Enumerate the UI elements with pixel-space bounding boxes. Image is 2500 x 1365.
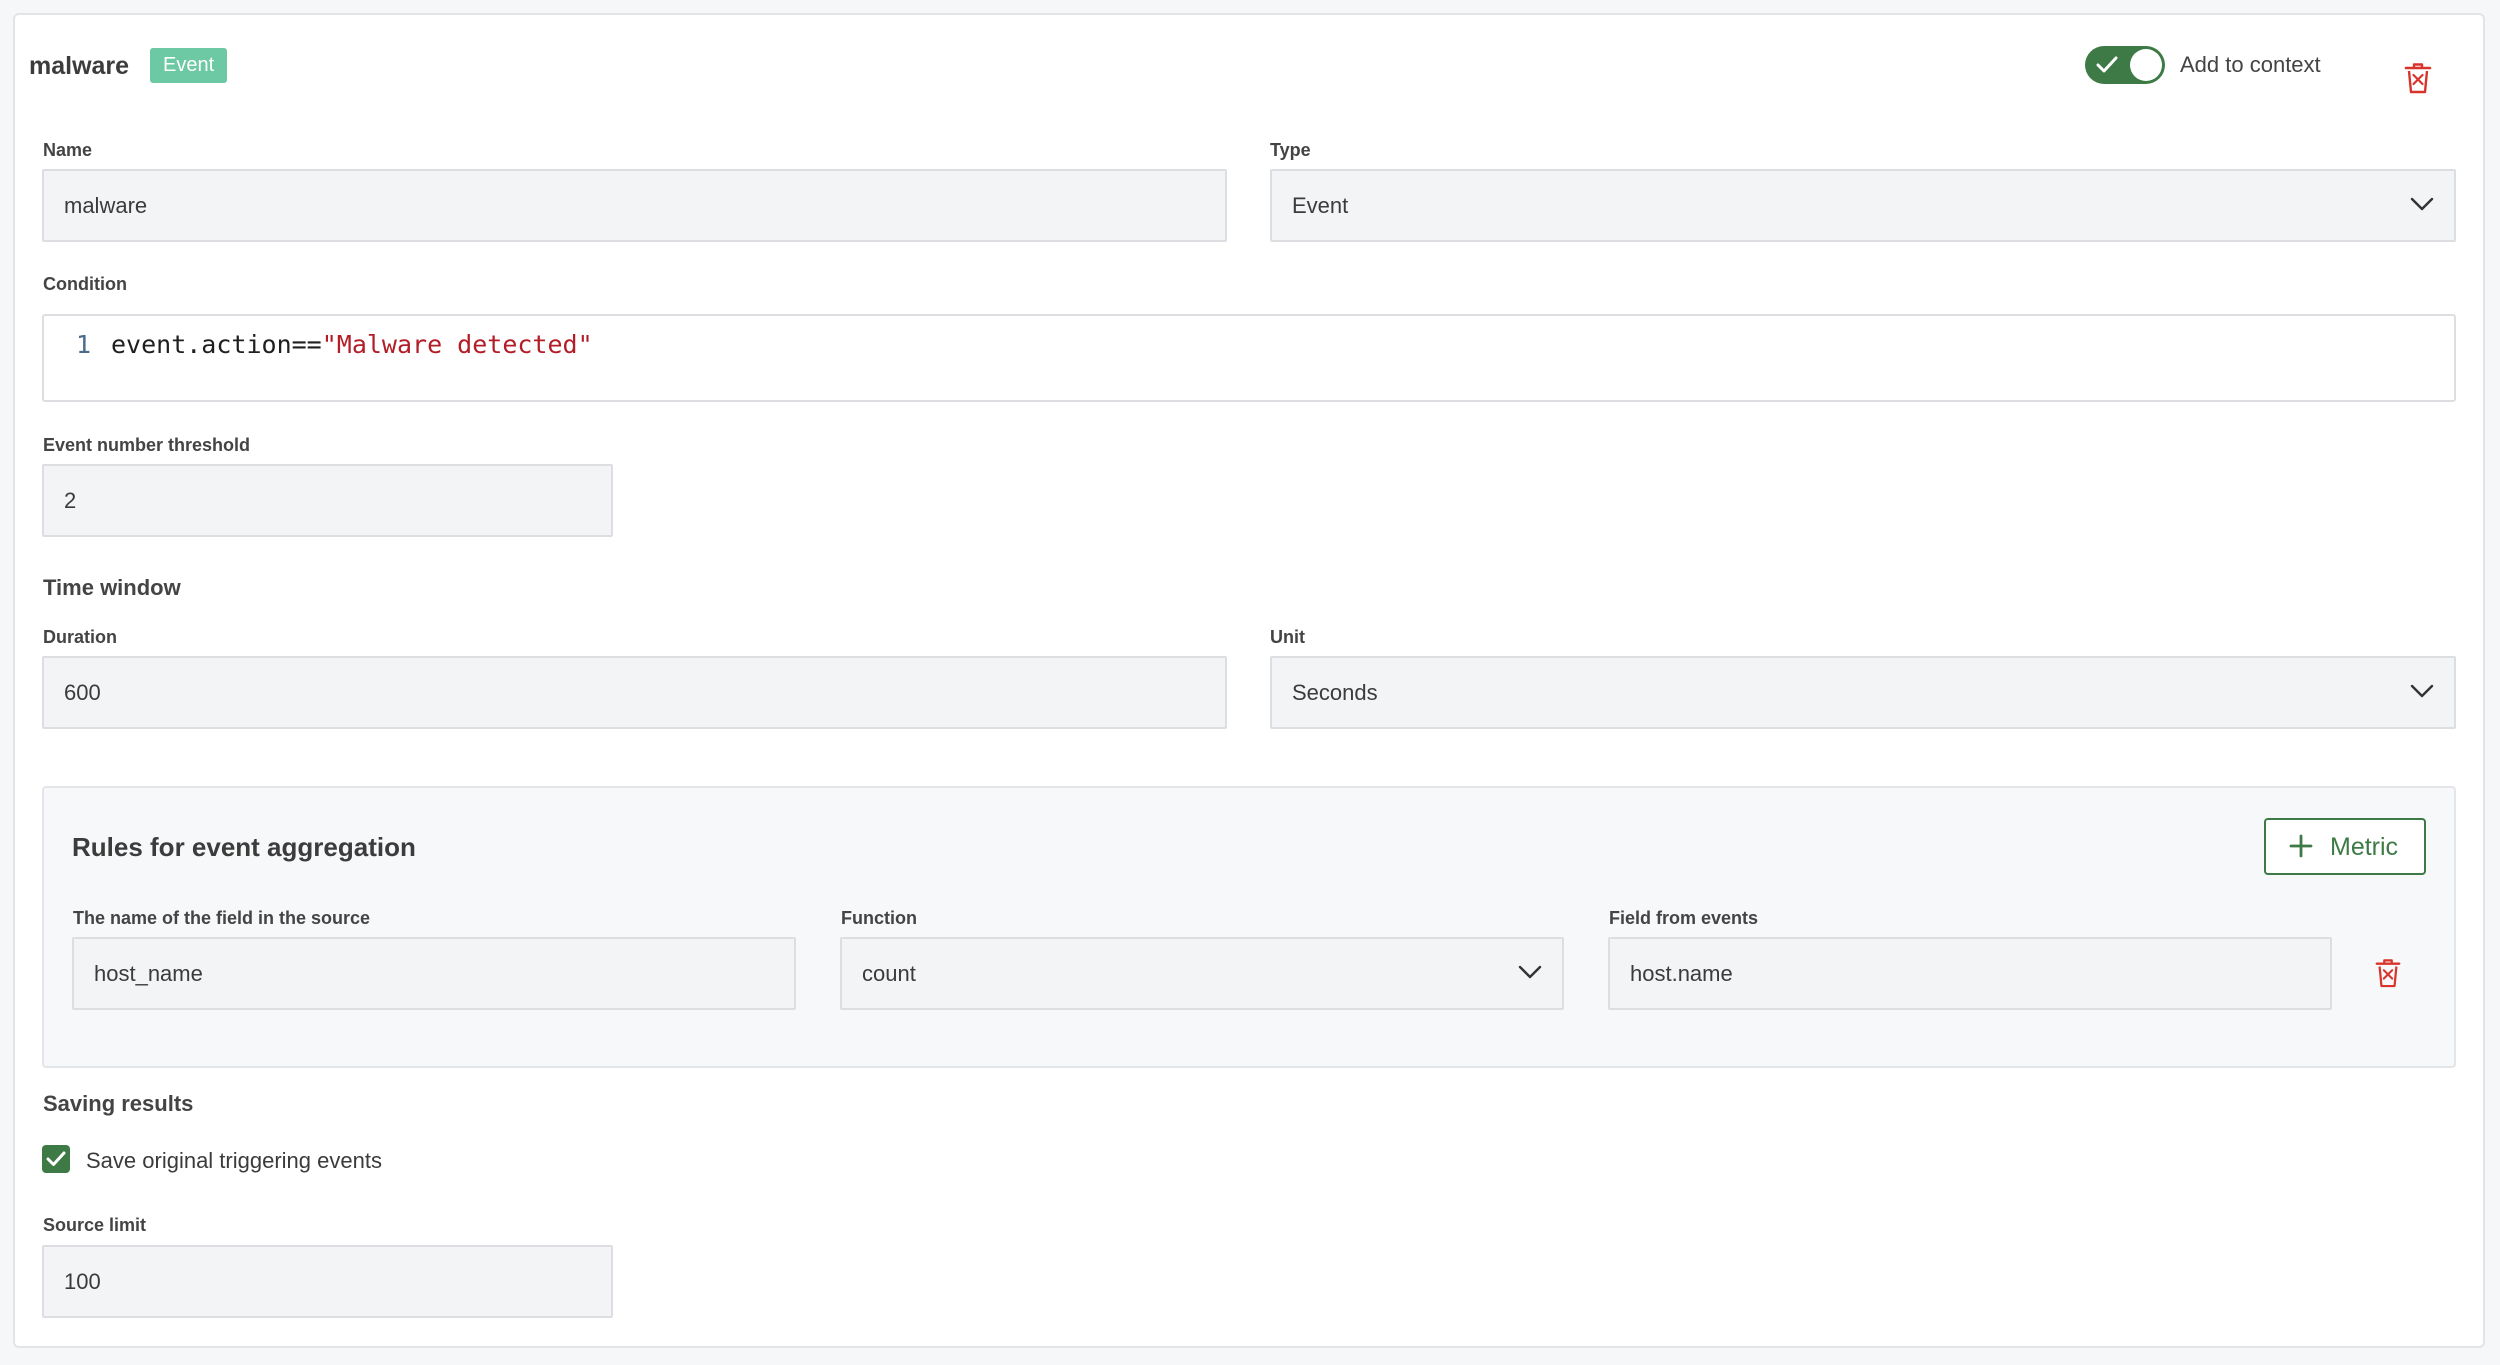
source-limit-input[interactable]: 100: [42, 1245, 613, 1318]
plus-icon: [2289, 834, 2313, 858]
source-limit-label: Source limit: [43, 1215, 147, 1235]
add-to-context-label: Add to context: [2180, 52, 2321, 77]
unit-select-value: Seconds: [1292, 680, 1378, 705]
chevron-down-icon: [2410, 684, 2434, 698]
check-icon: [2096, 56, 2118, 73]
type-select[interactable]: Event: [1270, 169, 2456, 242]
name-input[interactable]: malware: [42, 169, 1227, 242]
delete-metric-button[interactable]: [2374, 958, 2402, 993]
function-label: Function: [841, 908, 917, 928]
chevron-down-icon: [1518, 965, 1542, 979]
aggregation-title: Rules for event aggregation: [72, 832, 416, 862]
name-label: Name: [43, 140, 93, 160]
check-icon: [46, 1151, 66, 1166]
save-original-events-checkbox[interactable]: [42, 1145, 70, 1173]
save-original-events-label[interactable]: Save original triggering events: [86, 1146, 382, 1176]
threshold-label: Event number threshold: [43, 435, 251, 455]
add-metric-label: Metric: [2330, 833, 2399, 861]
threshold-input[interactable]: 2: [42, 464, 613, 537]
code-line: event.action=="Malware detected": [111, 330, 593, 359]
delete-card-button[interactable]: [2403, 62, 2433, 99]
type-label: Type: [1270, 140, 1311, 160]
events-field-label: Field from events: [1609, 908, 1759, 928]
code-string-literal: "Malware detected": [321, 330, 593, 359]
function-select-value: count: [862, 961, 916, 986]
code-expression: event.action==: [111, 330, 322, 359]
time-window-title: Time window: [43, 575, 181, 600]
unit-label: Unit: [1270, 627, 1305, 647]
card-title: malware: [29, 52, 130, 80]
chevron-down-icon: [2410, 197, 2434, 211]
duration-label: Duration: [43, 627, 117, 647]
condition-label: Condition: [43, 274, 127, 294]
events-field-input[interactable]: host.name: [1608, 937, 2332, 1010]
source-field-input[interactable]: host_name: [72, 937, 796, 1010]
aggregation-panel: Rules for event aggregation Metric The n…: [42, 786, 2456, 1068]
trash-icon: [2375, 959, 2401, 988]
trash-icon: [2404, 63, 2432, 94]
condition-editor[interactable]: 1 event.action=="Malware detected": [42, 314, 2456, 402]
duration-input[interactable]: 600: [42, 656, 1227, 729]
line-number: 1: [76, 330, 92, 359]
saving-results-title: Saving results: [43, 1091, 194, 1116]
add-to-context-toggle[interactable]: [2085, 46, 2165, 84]
function-select[interactable]: count: [840, 937, 1564, 1010]
type-select-value: Event: [1292, 193, 1349, 218]
type-badge: Event: [150, 48, 228, 83]
toggle-knob: [2130, 49, 2162, 81]
source-field-label: The name of the field in the source: [73, 908, 371, 928]
add-metric-button[interactable]: Metric: [2264, 818, 2426, 875]
unit-select[interactable]: Seconds: [1270, 656, 2456, 729]
